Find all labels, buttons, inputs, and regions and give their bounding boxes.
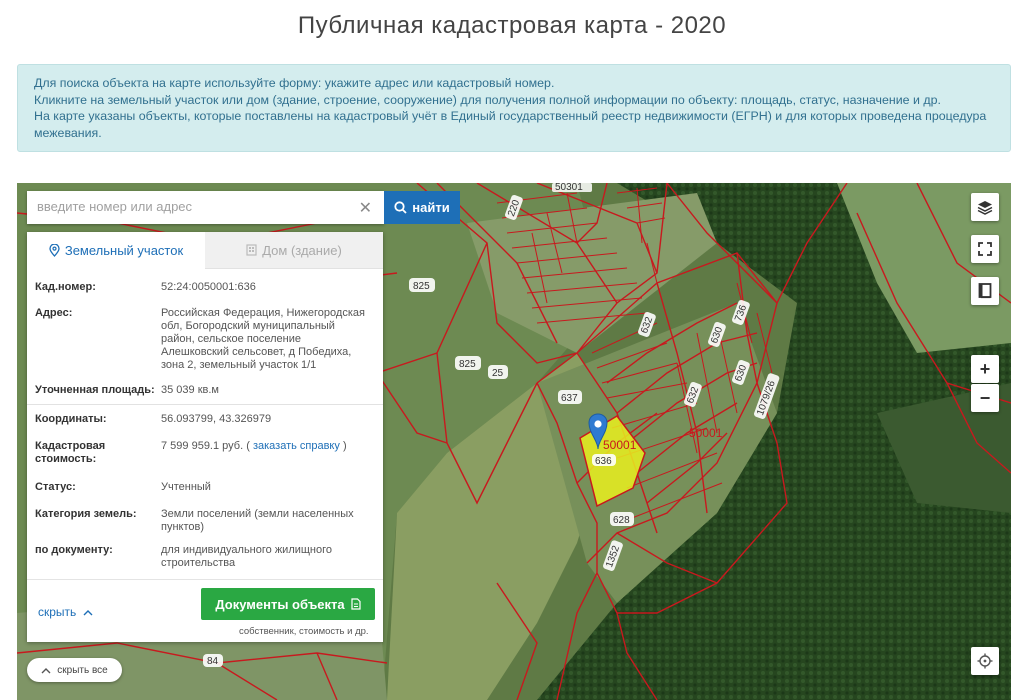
cost-label: Кадастровая стоимость: [35,440,106,465]
cost-value: 7 599 959.1 руб. [161,440,244,452]
locate-icon [977,653,993,669]
object-info-panel: Земельный участок Дом (здание) Кад.номер… [27,232,383,642]
row-area: Уточненная площадь: 35 039 кв.м [35,384,375,397]
address-label: Адрес: [35,307,73,319]
area-label: Уточненная площадь: [35,384,155,396]
label-628: 628 [613,515,630,526]
label-25: 25 [492,368,504,379]
row-address: Адрес: Российская Федерация, Нижегородск… [35,307,375,372]
fullscreen-icon [978,242,992,256]
zone-label-50001-center: 50001 [603,438,637,452]
page-title: Публичная кадастровая карта - 2020 [297,12,727,39]
address-value: Российская Федерация, Нижегородская обл,… [161,307,365,371]
row-land-category: Категория земель: Земли поселений (земли… [35,508,375,534]
search-icon [394,201,407,214]
status-value: Учтенный [161,481,211,493]
search-input[interactable] [27,191,357,222]
search-button-label: найти [412,200,450,215]
hide-all-label: скрыть все [57,664,108,676]
locate-button[interactable] [971,647,999,675]
object-documents-button[interactable]: Документы объекта [201,588,375,620]
reference-book-button[interactable] [971,277,999,305]
permitted-use-label: по документу: [35,544,113,556]
land-category-value: Земли поселений (земли населенных пункто… [161,508,354,533]
row-cadastral-cost: Кадастровая стоимость: 7 599 959.1 руб. … [35,440,375,466]
label-84: 84 [207,656,219,667]
coordinates-label: Координаты: [35,413,107,425]
chevron-up-icon [41,667,51,673]
tab-land-plot[interactable]: Земельный участок [27,232,205,269]
info-line-egrn: На карте указаны объекты, которые постав… [34,109,987,140]
tab-building-label: Дом (здание) [262,242,342,258]
documents-subtitle: собственник, стоимость и др. [239,626,369,637]
label-825-b: 825 [459,359,476,370]
coordinates-value: 56.093799, 43.326979 [161,413,272,425]
map-pin-icon [49,244,60,257]
tab-building[interactable]: Дом (здание) [205,232,383,269]
status-label: Статус: [35,481,76,493]
hide-panel-label: скрыть [38,605,77,619]
cost-open-paren: ( [246,440,250,452]
label-top: 50301 [555,183,583,193]
row-coordinates: Координаты: 56.093799, 43.326979 [35,413,375,426]
tab-land-plot-label: Земельный участок [64,243,184,258]
hide-all-button[interactable]: скрыть все [27,658,122,682]
permitted-use-value: для индивидуального жилищного строительс… [161,544,333,569]
cost-close-paren: ) [342,440,347,452]
land-category-label: Категория земель: [35,508,137,520]
document-icon [351,598,361,610]
layers-button[interactable] [971,193,999,221]
cad-number-value: 52:24:0050001:636 [161,281,256,293]
info-box: Для поиска объекта на карте используйте … [17,64,1011,152]
label-637: 637 [561,393,578,404]
book-icon [978,283,992,299]
building-icon [246,244,257,256]
clear-icon[interactable]: ✕ [359,198,372,218]
cad-number-label: Кад.номер: [35,281,96,293]
chevron-up-icon [83,610,93,616]
area-value: 35 039 кв.м [161,384,219,396]
divider [27,404,383,405]
zoom-out-button[interactable]: − [971,384,999,412]
row-cad-number: Кад.номер: 52:24:0050001:636 [35,281,375,294]
zoom-in-button[interactable]: + [971,355,999,383]
search-box: ✕ [27,191,384,224]
zone-label-50001-right: 50001 [689,426,723,440]
row-status: Статус: Учтенный [35,481,375,494]
cost-value-line: 7 599 959.1 руб. ( заказать справку ) [161,440,366,466]
hide-panel-link[interactable]: скрыть [38,605,93,619]
label-825-a: 825 [413,281,430,292]
order-report-link[interactable]: заказать справку [253,440,340,452]
info-line-click: Кликните на земельный участок или дом (з… [34,92,941,107]
search-button[interactable]: найти [384,191,460,224]
documents-button-label: Документы объекта [215,596,345,612]
fullscreen-button[interactable] [971,235,999,263]
info-line-search: Для поиска объекта на карте используйте … [34,76,555,90]
layers-icon [977,201,993,215]
panel-footer: скрыть Документы объекта собственник, ст… [27,579,383,642]
row-permitted-use: по документу: для индивидуального жилищн… [35,544,375,570]
map-view[interactable]: 50301 220 825 825 25 637 632 630 736 632… [17,183,1011,700]
label-636: 636 [595,456,612,467]
